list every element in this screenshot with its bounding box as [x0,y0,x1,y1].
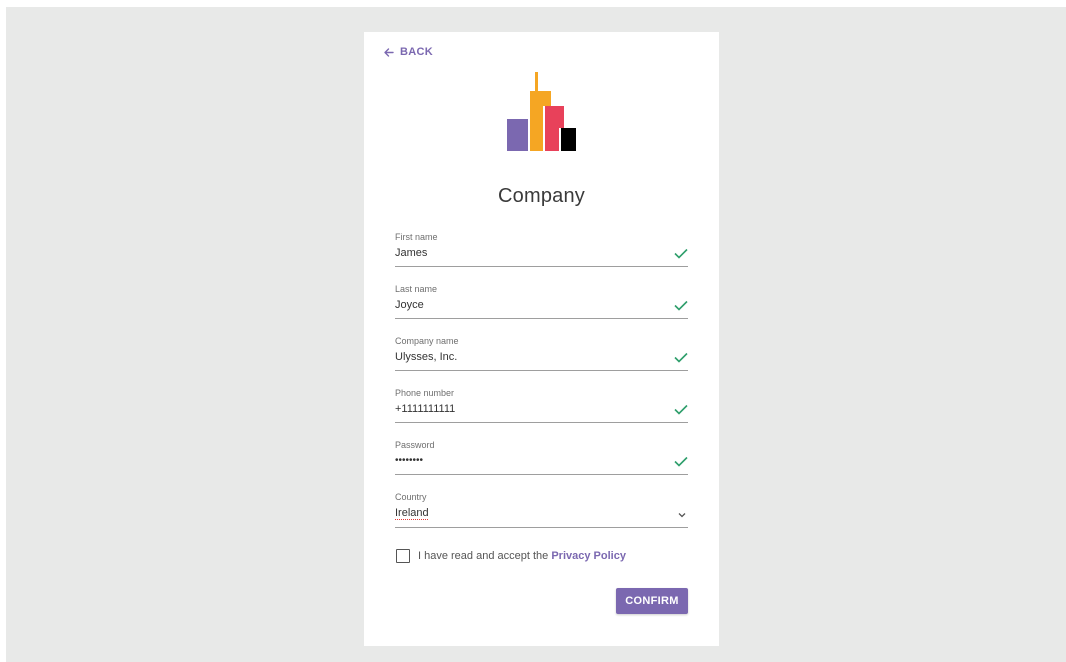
logo-bar-purple [507,119,528,151]
last-name-field[interactable]: Last name Joyce [395,284,688,319]
first-name-field[interactable]: First name James [395,232,688,267]
back-button[interactable]: BACK [384,46,433,58]
company-name-field[interactable]: Company name Ulysses, Inc. [395,336,688,371]
city-skyline-logo [507,72,576,151]
check-icon [674,300,688,311]
logo-antenna [535,72,538,92]
phone-number-label: Phone number [395,388,455,398]
chevron-down-icon[interactable] [678,512,686,518]
check-icon [674,404,688,415]
back-label: BACK [400,46,433,58]
country-label: Country [395,492,427,502]
check-icon [674,248,688,259]
check-icon [674,456,688,467]
first-name-label: First name [395,232,438,242]
privacy-checkbox[interactable] [396,549,410,563]
privacy-policy-link[interactable]: Privacy Policy [551,550,626,562]
privacy-consent-row: I have read and accept the Privacy Polic… [396,549,626,563]
last-name-label: Last name [395,284,438,294]
password-field[interactable]: Password •••••••• [395,440,688,475]
country-select[interactable]: Country Ireland [395,492,688,528]
check-icon [674,352,688,363]
arrow-left-icon [384,47,394,57]
last-name-input[interactable]: Joyce [395,299,665,311]
confirm-button[interactable]: CONFIRM [616,588,688,614]
company-name-label: Company name [395,336,459,346]
password-input[interactable]: •••••••• [395,455,665,466]
phone-number-field[interactable]: Phone number +1111111111 [395,388,688,423]
page-title: Company [498,185,585,207]
password-label: Password [395,440,435,450]
phone-number-input[interactable]: +1111111111 [395,403,665,415]
company-name-input[interactable]: Ulysses, Inc. [395,351,665,363]
consent-text: I have read and accept the [418,550,552,562]
first-name-input[interactable]: James [395,247,665,259]
country-value[interactable]: Ireland [395,507,665,519]
logo-bar-black [561,128,576,151]
signup-card: BACK Company First name James Last name … [364,32,719,646]
